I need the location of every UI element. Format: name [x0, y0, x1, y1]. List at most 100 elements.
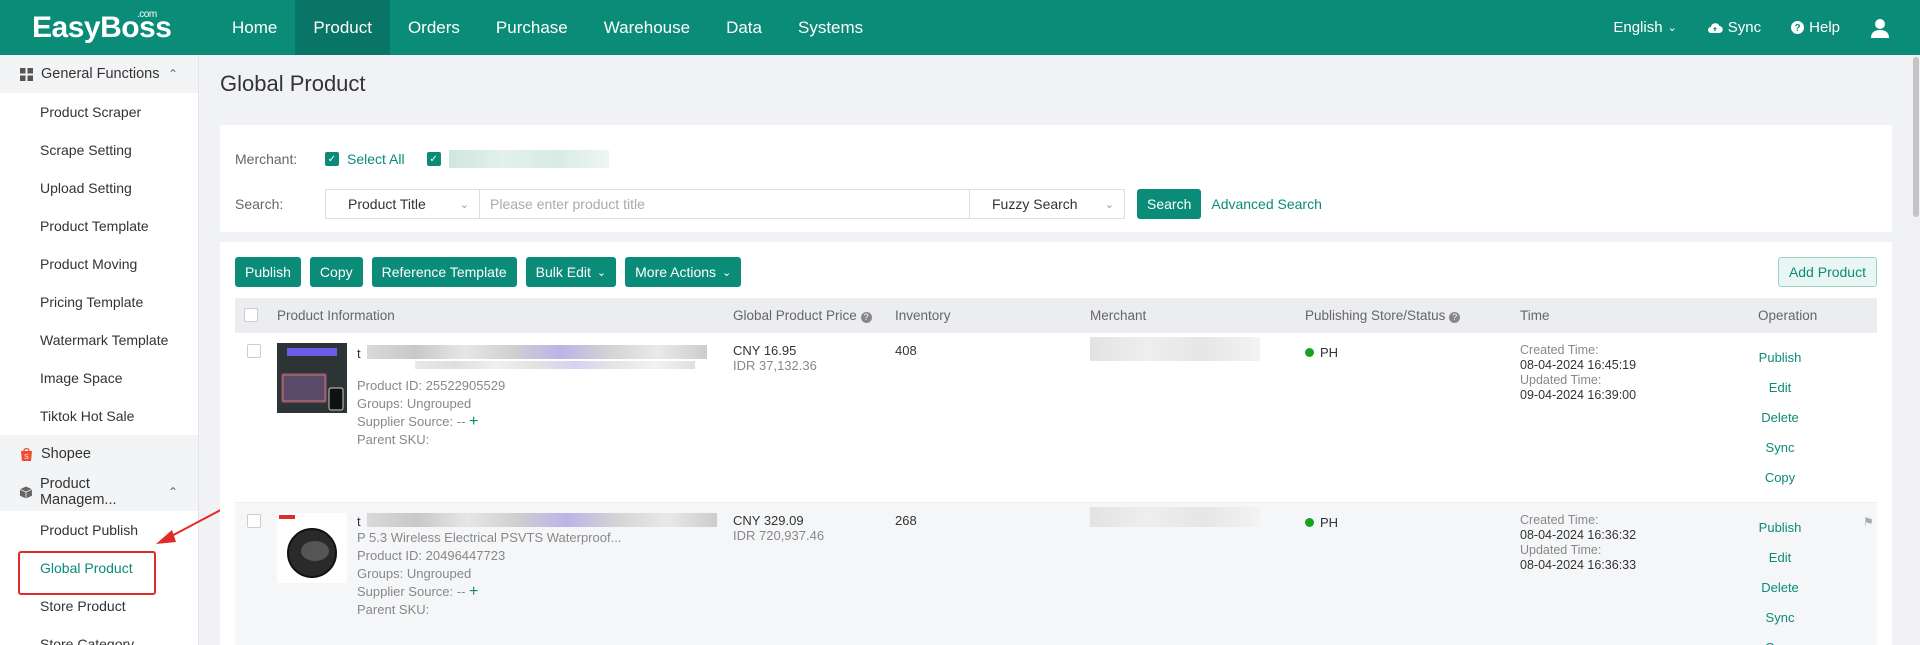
add-supplier-icon[interactable]: +	[469, 413, 478, 430]
operation-links: Publish Edit Delete Sync Copy	[1745, 343, 1815, 493]
help-icon: ?	[1791, 21, 1805, 34]
reference-template-button[interactable]: Reference Template	[371, 257, 517, 287]
product-title-redacted-line2	[415, 361, 695, 369]
nav-purchase[interactable]: Purchase	[478, 0, 586, 55]
store-status: PH	[1305, 345, 1338, 360]
top-right-tools: English ⌄ Sync ? Help	[1613, 18, 1920, 38]
op-publish-link[interactable]: Publish	[1745, 343, 1815, 373]
op-delete-link[interactable]: Delete	[1745, 403, 1815, 433]
parent-sku-label: Parent SKU:	[357, 432, 430, 447]
more-actions-button[interactable]: More Actions ⌄	[625, 257, 742, 287]
help-icon[interactable]: ?	[860, 312, 872, 323]
product-thumbnail-helmet[interactable]	[277, 513, 347, 583]
sidebar-item-product-scraper[interactable]: Product Scraper	[0, 93, 198, 131]
op-sync-link[interactable]: Sync	[1745, 433, 1815, 463]
grid-icon	[20, 67, 33, 81]
sidebar-item-tiktok-hot-sale[interactable]: Tiktok Hot Sale	[0, 397, 198, 435]
merchant-checkbox[interactable]: ✓	[426, 152, 441, 166]
page-scrollbar[interactable]	[1912, 55, 1920, 645]
sidebar-section-label: General Functions	[41, 66, 160, 82]
sidebar-item-image-space[interactable]: Image Space	[0, 359, 198, 397]
sidebar-item-scrape-setting[interactable]: Scrape Setting	[0, 131, 198, 169]
help-icon[interactable]: ?	[1449, 312, 1461, 323]
header-operation: Operation	[1758, 308, 1818, 323]
price-cell: CNY 329.09 IDR 720,937.46	[733, 513, 824, 543]
chevron-down-icon: ⌄	[459, 198, 469, 211]
copy-button[interactable]: Copy	[309, 257, 363, 287]
search-button[interactable]: Search	[1137, 189, 1202, 219]
created-value: 08-04-2024 16:36:32	[1520, 528, 1637, 542]
op-delete-link[interactable]: Delete	[1745, 573, 1815, 603]
logo[interactable]: EasyBoss .com	[0, 9, 214, 45]
updated-value: 09-04-2024 16:39:00	[1520, 388, 1637, 402]
table-row: t Product ID: 25522905529 Groups: Ungrou…	[235, 333, 1877, 503]
product-title-redacted	[367, 513, 717, 527]
store-status: PH	[1305, 515, 1338, 530]
publish-button[interactable]: Publish	[235, 257, 301, 287]
header-product-info: Product Information	[277, 308, 395, 323]
select-all-checkbox[interactable]: ✓	[325, 152, 339, 166]
op-edit-link[interactable]: Edit	[1745, 373, 1815, 403]
row-checkbox[interactable]	[247, 344, 261, 358]
search-mode-select[interactable]: Fuzzy Search ⌄	[970, 189, 1125, 219]
sidebar-item-upload-setting[interactable]: Upload Setting	[0, 169, 198, 207]
add-product-button[interactable]: Add Product	[1777, 257, 1877, 287]
groups-label: Groups:	[357, 396, 404, 411]
op-publish-link[interactable]: Publish	[1745, 513, 1815, 543]
price-cny: CNY 329.09	[733, 513, 804, 528]
sidebar-item-product-moving[interactable]: Product Moving	[0, 245, 198, 283]
language-select[interactable]: English ⌄	[1613, 19, 1676, 36]
bulk-edit-button[interactable]: Bulk Edit ⌄	[525, 257, 617, 287]
sidebar-item-product-template[interactable]: Product Template	[0, 207, 198, 245]
user-icon	[1871, 18, 1889, 38]
op-sync-link[interactable]: Sync	[1745, 603, 1815, 633]
sidebar-section-general-functions[interactable]: General Functions ⌃	[0, 55, 198, 93]
sidebar-section-shopee[interactable]: S Shopee	[0, 435, 198, 473]
nav-home[interactable]: Home	[214, 0, 295, 55]
svg-text:S: S	[24, 454, 29, 461]
sync-button[interactable]: Sync	[1707, 19, 1761, 36]
add-supplier-icon[interactable]: +	[469, 583, 478, 600]
header-price: Global Product Price ?	[733, 308, 872, 323]
op-copy-link[interactable]: Copy	[1745, 463, 1815, 493]
nav-orders[interactable]: Orders	[390, 0, 478, 55]
search-mode-value: Fuzzy Search	[992, 196, 1078, 212]
nav-product[interactable]: Product	[295, 0, 390, 55]
search-field-select[interactable]: Product Title ⌄	[325, 189, 480, 219]
sidebar-section-product-management[interactable]: Product Managem... ⌃	[0, 473, 198, 511]
table-row: t P 5.3 Wireless Electrical PSVTS Waterp…	[235, 503, 1877, 645]
op-copy-link[interactable]: Copy	[1745, 633, 1815, 645]
nav-data[interactable]: Data	[708, 0, 780, 55]
product-thumbnail-keyboard[interactable]	[277, 343, 347, 413]
nav-systems[interactable]: Systems	[780, 0, 881, 55]
sidebar-item-global-product[interactable]: Global Product	[0, 549, 198, 595]
status-dot-icon	[1305, 348, 1314, 357]
created-value: 08-04-2024 16:45:19	[1520, 358, 1637, 372]
sidebar-section-label: Product Managem...	[39, 476, 117, 508]
sidebar-item-watermark-template[interactable]: Watermark Template	[0, 321, 198, 359]
search-input[interactable]: Please enter product title	[480, 189, 970, 219]
select-all-label[interactable]: Select All	[347, 151, 405, 167]
search-row: Search: Product Title ⌄ Please enter pro…	[235, 188, 1877, 220]
table-toolbar: Publish Copy Reference Template Bulk Edi…	[235, 257, 1877, 289]
help-button[interactable]: ? Help	[1791, 19, 1840, 36]
sidebar-item-store-category[interactable]: Store Category	[0, 625, 198, 645]
merchant-label: Merchant:	[235, 151, 298, 167]
nav-warehouse[interactable]: Warehouse	[586, 0, 708, 55]
supplier-source-label: Supplier Source:	[357, 414, 454, 429]
cloud-upload-icon	[1707, 22, 1723, 33]
op-edit-link[interactable]: Edit	[1745, 543, 1815, 573]
flag-icon[interactable]: ⚑	[1863, 515, 1874, 529]
user-avatar[interactable]	[1870, 18, 1890, 38]
scrollbar-thumb[interactable]	[1913, 57, 1919, 217]
table-header: Product Information Global Product Price…	[235, 298, 1877, 333]
supplier-source-label: Supplier Source:	[357, 584, 454, 599]
header-publishing: Publishing Store/Status ?	[1305, 308, 1461, 323]
advanced-search-link[interactable]: Advanced Search	[1211, 196, 1322, 212]
select-all-rows-checkbox[interactable]	[244, 308, 258, 322]
sidebar-item-product-publish[interactable]: Product Publish	[0, 511, 198, 549]
top-navbar: EasyBoss .com Home Product Orders Purcha…	[0, 0, 1920, 55]
product-title-start[interactable]: t	[357, 345, 361, 363]
row-checkbox[interactable]	[247, 514, 261, 528]
sidebar-item-pricing-template[interactable]: Pricing Template	[0, 283, 198, 321]
